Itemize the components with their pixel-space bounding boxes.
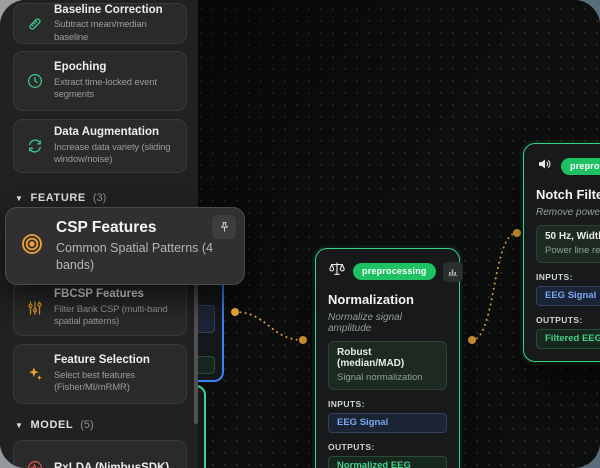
palette-card-title: FBCSP Features bbox=[54, 288, 144, 301]
ruler-icon bbox=[26, 15, 44, 33]
sparkles-icon bbox=[26, 365, 44, 383]
palette-card-desc: Common Spatial Patterns (4 bands) bbox=[56, 241, 214, 272]
palette-card-desc: Select best features (Fisher/MI/mRMR) bbox=[54, 369, 135, 394]
palette-card-title: Baseline Correction bbox=[54, 3, 163, 16]
chevron-down-icon: ▼ bbox=[15, 420, 24, 430]
node-title: Normalization bbox=[328, 292, 414, 307]
config-box[interactable]: 50 Hz, Width 2 Hz Power line removal bbox=[536, 225, 600, 263]
clock-icon bbox=[26, 72, 44, 90]
speaker-icon bbox=[536, 155, 554, 178]
config-title: Robust (median/MAD) bbox=[337, 347, 405, 369]
node-normalization[interactable]: preprocessing Normalization Normalize si… bbox=[315, 248, 463, 468]
palette-card-baseline-correction[interactable]: Baseline Correction Subtract mean/median… bbox=[13, 3, 187, 44]
palette-card-feature-selection[interactable]: Feature Selection Select best features (… bbox=[13, 344, 187, 404]
palette-card-data-augmentation[interactable]: Data Augmentation Increase data variety … bbox=[13, 119, 187, 173]
input-port-eeg-signal[interactable]: EEG Signal bbox=[536, 286, 600, 306]
config-title: 50 Hz, Width 2 Hz bbox=[545, 231, 600, 242]
chevron-down-icon: ▼ bbox=[15, 193, 24, 203]
palette-card-title: RxLDA (NimbusSDK) bbox=[54, 461, 170, 468]
section-count: (3) bbox=[92, 192, 107, 204]
config-subtitle: Power line removal bbox=[545, 245, 600, 256]
section-header-feature[interactable]: ▼ FEATURE (3) bbox=[15, 192, 106, 204]
outputs-label: OUTPUTS: bbox=[536, 315, 583, 325]
scales-icon bbox=[328, 260, 346, 283]
section-label: MODEL bbox=[30, 419, 74, 431]
palette-card-desc: Extract time-locked event segments bbox=[54, 76, 157, 101]
section-header-model[interactable]: ▼ MODEL (5) bbox=[15, 419, 94, 431]
output-port-normalized-eeg[interactable]: Normalized EEG bbox=[328, 456, 447, 468]
palette-card-fbcsp-features[interactable]: FBCSP Features Filter Bank CSP (multi-ba… bbox=[13, 280, 187, 336]
inputs-label: INPUTS: bbox=[328, 399, 365, 409]
palette-card-title: Data Augmentation bbox=[54, 126, 159, 139]
palette-card-epoching[interactable]: Epoching Extract time-locked event segme… bbox=[13, 51, 187, 111]
metrics-button[interactable] bbox=[442, 261, 463, 282]
config-box[interactable]: Robust (median/MAD) Signal normalization bbox=[328, 341, 447, 390]
output-port-filtered-eeg[interactable]: Filtered EEG bbox=[536, 329, 600, 349]
section-count: (5) bbox=[80, 419, 94, 431]
palette-card-desc: Increase data variety (sliding window/no… bbox=[54, 141, 171, 166]
refresh-icon bbox=[26, 137, 44, 155]
node-description: Remove power line bbox=[536, 207, 600, 218]
outputs-label: OUTPUTS: bbox=[328, 442, 375, 452]
node-title: Notch Filter bbox=[536, 187, 600, 202]
node-description: Normalize signal amplitude bbox=[328, 312, 402, 334]
palette-card-desc: Subtract mean/median baseline bbox=[54, 19, 147, 43]
inputs-label: INPUTS: bbox=[536, 272, 573, 282]
palette-card-title: Feature Selection bbox=[54, 354, 150, 367]
target-icon bbox=[20, 232, 44, 261]
config-subtitle: Signal normalization bbox=[337, 372, 423, 383]
activity-icon bbox=[26, 459, 44, 468]
app-window: preprocessing Normalization Normalize si… bbox=[0, 0, 600, 468]
palette-card-rxlda[interactable]: RxLDA (NimbusSDK) bbox=[13, 440, 187, 468]
category-badge: preprocessing bbox=[561, 158, 600, 175]
sliders-icon bbox=[26, 299, 44, 317]
node-notch-filter[interactable]: preprocessing Notch Filter Remove power … bbox=[523, 143, 600, 362]
palette-card-desc: Filter Bank CSP (multi-band spatial patt… bbox=[54, 303, 168, 328]
bar-chart-icon bbox=[448, 269, 458, 276]
category-badge: preprocessing bbox=[353, 263, 436, 280]
palette-card-csp-features-elevated[interactable]: CSP Features Common Spatial Patterns (4 … bbox=[5, 207, 245, 285]
pin-icon bbox=[220, 221, 228, 232]
palette-card-title: Epoching bbox=[54, 61, 107, 74]
input-port-eeg-signal[interactable]: EEG Signal bbox=[328, 413, 447, 433]
palette-card-title: CSP Features bbox=[56, 219, 157, 237]
section-label: FEATURE bbox=[30, 192, 86, 204]
pin-button[interactable] bbox=[212, 215, 236, 239]
